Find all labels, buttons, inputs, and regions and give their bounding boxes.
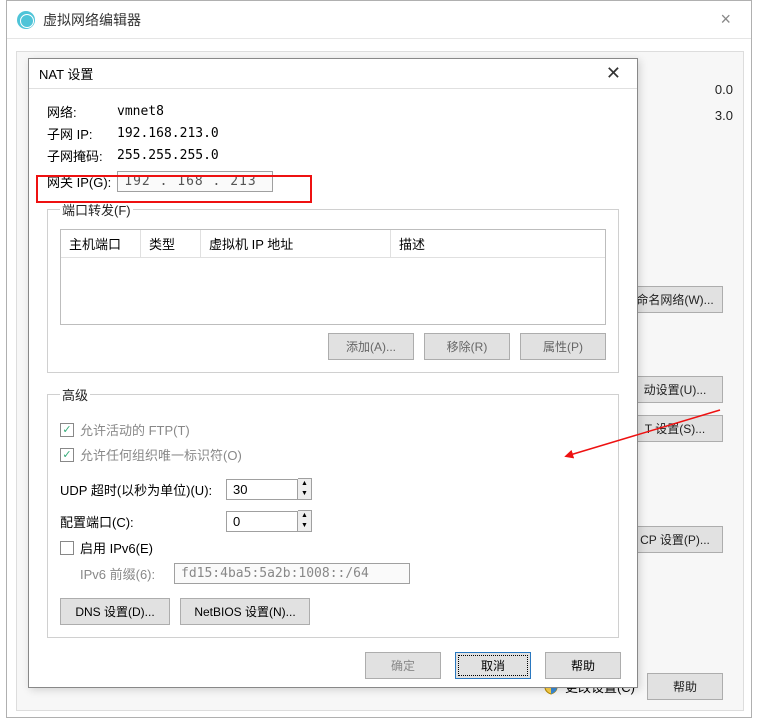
- subnet-mask-value: 255.255.255.0: [117, 148, 219, 163]
- nat-titlebar: NAT 设置 ✕: [29, 59, 637, 89]
- ftp-checkbox[interactable]: ✓: [60, 423, 74, 437]
- auto-settings-button[interactable]: 动设置(U)...: [627, 376, 723, 403]
- gateway-label: 网关 IP(G):: [47, 172, 111, 191]
- advanced-legend: 高级: [60, 385, 90, 404]
- network-value: vmnet8: [117, 104, 164, 119]
- ipv6-prefix-input[interactable]: [174, 563, 410, 584]
- nat-body: 网络: vmnet8 子网 IP: 192.168.213.0 子网掩码: 25…: [29, 89, 637, 660]
- chevron-up-icon[interactable]: ▲: [298, 479, 311, 489]
- network-label: 网络:: [47, 102, 111, 121]
- spinner-arrows-2[interactable]: ▲▼: [298, 510, 312, 532]
- remove-button[interactable]: 移除(R): [424, 333, 510, 360]
- col-desc[interactable]: 描述: [391, 230, 605, 257]
- add-button[interactable]: 添加(A)...: [328, 333, 414, 360]
- nat-footer: 确定 取消 帮助: [365, 652, 621, 679]
- rename-network-button[interactable]: 命名网络(W)...: [627, 286, 723, 313]
- bg-values: 0.0 3.0: [711, 82, 733, 130]
- oui-label: 允许任何组织唯一标识符(O): [80, 445, 242, 464]
- port-forward-table[interactable]: 主机端口 类型 虚拟机 IP 地址 描述: [60, 229, 606, 325]
- subnet-ip-label: 子网 IP:: [47, 124, 111, 143]
- port-forward-group: 端口转发(F) 主机端口 类型 虚拟机 IP 地址 描述 添加(A)... 移除…: [47, 200, 619, 373]
- spinner-arrows[interactable]: ▲▼: [298, 478, 312, 500]
- ipv6-prefix-label: IPv6 前缀(6):: [80, 564, 168, 583]
- cfg-port-row: 配置端口(C): ▲▼: [60, 510, 606, 532]
- cfg-port-label: 配置端口(C):: [60, 512, 220, 531]
- udp-label: UDP 超时(以秒为单位)(U):: [60, 480, 220, 499]
- dns-settings-button[interactable]: DNS 设置(D)...: [60, 598, 170, 625]
- gateway-ip-input[interactable]: [117, 171, 273, 192]
- col-vm-ip[interactable]: 虚拟机 IP 地址: [201, 230, 391, 257]
- ipv6-checkbox[interactable]: .: [60, 541, 74, 555]
- udp-row: UDP 超时(以秒为单位)(U): ▲▼: [60, 478, 606, 500]
- port-forward-legend: 端口转发(F): [60, 200, 133, 219]
- chevron-down-icon[interactable]: ▼: [298, 489, 311, 499]
- close-icon[interactable]: ×: [710, 5, 741, 34]
- bg-val-1: 3.0: [711, 108, 733, 130]
- chevron-down-icon[interactable]: ▼: [298, 521, 311, 531]
- globe-icon: [17, 11, 35, 29]
- nat-title-text: NAT 设置: [39, 64, 93, 83]
- bg-btns-3: CP 设置(P)...: [627, 526, 723, 553]
- subnet-mask-label: 子网掩码:: [47, 146, 111, 165]
- nat-settings-button[interactable]: T 设置(S)...: [627, 415, 723, 442]
- outer-title-text: 虚拟网络编辑器: [43, 10, 141, 30]
- gateway-row: 网关 IP(G):: [47, 171, 619, 192]
- subnet-ip-row: 子网 IP: 192.168.213.0: [47, 124, 619, 143]
- outer-help-button[interactable]: 帮助: [647, 673, 723, 700]
- properties-button[interactable]: 属性(P): [520, 333, 606, 360]
- subnet-mask-row: 子网掩码: 255.255.255.0: [47, 146, 619, 165]
- table-header: 主机端口 类型 虚拟机 IP 地址 描述: [61, 230, 605, 258]
- netbios-settings-button[interactable]: NetBIOS 设置(N)...: [180, 598, 310, 625]
- dhcp-settings-button[interactable]: CP 设置(P)...: [627, 526, 723, 553]
- network-row: 网络: vmnet8: [47, 102, 619, 121]
- col-host-port[interactable]: 主机端口: [61, 230, 141, 257]
- nat-settings-dialog: NAT 设置 ✕ 网络: vmnet8 子网 IP: 192.168.213.0…: [28, 58, 638, 688]
- cancel-button[interactable]: 取消: [455, 652, 531, 679]
- udp-timeout-spinner[interactable]: ▲▼: [226, 478, 312, 500]
- ipv6-prefix-row: IPv6 前缀(6):: [80, 563, 606, 584]
- cfg-port-input[interactable]: [226, 511, 298, 532]
- oui-checkbox[interactable]: ✓: [60, 448, 74, 462]
- ftp-label: 允许活动的 FTP(T): [80, 420, 190, 439]
- bg-val-0: 0.0: [711, 82, 733, 104]
- col-type[interactable]: 类型: [141, 230, 201, 257]
- nat-help-button[interactable]: 帮助: [545, 652, 621, 679]
- ipv6-label: 启用 IPv6(E): [80, 538, 153, 557]
- ok-button[interactable]: 确定: [365, 652, 441, 679]
- udp-timeout-input[interactable]: [226, 479, 298, 500]
- advanced-group: 高级 ✓ 允许活动的 FTP(T) ✓ 允许任何组织唯一标识符(O) UDP 超…: [47, 385, 619, 638]
- subnet-ip-value: 192.168.213.0: [117, 126, 219, 141]
- ipv6-row: . 启用 IPv6(E): [60, 538, 606, 557]
- bg-btns-2: 动设置(U)... T 设置(S)...: [627, 376, 723, 442]
- chevron-up-icon[interactable]: ▲: [298, 511, 311, 521]
- adv-btn-row: DNS 设置(D)... NetBIOS 设置(N)...: [60, 598, 606, 625]
- cfg-port-spinner[interactable]: ▲▼: [226, 510, 312, 532]
- ftp-row: ✓ 允许活动的 FTP(T): [60, 420, 606, 439]
- oui-row: ✓ 允许任何组织唯一标识符(O): [60, 445, 606, 464]
- outer-titlebar: 虚拟网络编辑器 ×: [7, 1, 751, 39]
- nat-close-icon[interactable]: ✕: [600, 63, 627, 84]
- bg-btns-1: 命名网络(W)...: [627, 286, 723, 313]
- port-forward-buttons: 添加(A)... 移除(R) 属性(P): [60, 333, 606, 360]
